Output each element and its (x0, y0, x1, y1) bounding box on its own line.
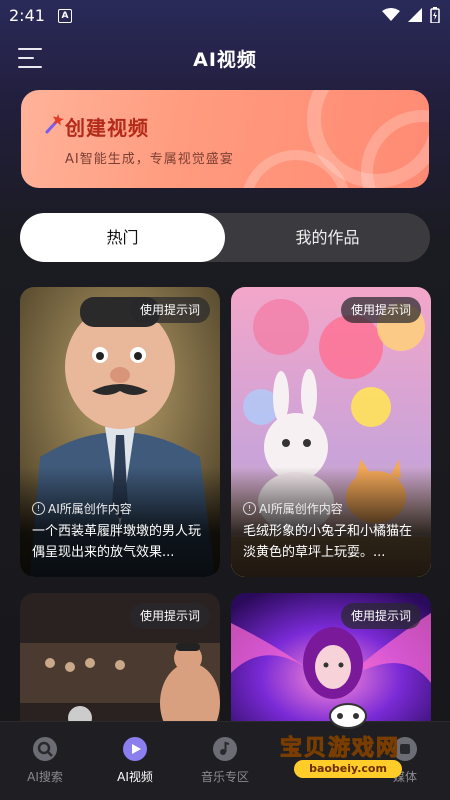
nav-music[interactable]: 音乐专区 (190, 736, 260, 785)
watermark-text: 宝贝游戏网 (279, 736, 401, 762)
ai-origin-label: ! AI所属创作内容 (243, 500, 343, 517)
banner-subtitle: AI智能生成，专属视觉盛宴 (65, 152, 234, 167)
info-icon: ! (32, 502, 45, 515)
ai-search-icon (33, 737, 57, 761)
play-icon (123, 737, 147, 761)
use-prompt-button[interactable]: 使用提示词 (340, 297, 421, 323)
banner-title: 创建视频 (65, 116, 149, 140)
nav-ai-search[interactable]: AI搜索 (10, 736, 80, 785)
notification-icon: A (58, 9, 72, 23)
ai-origin-label: ! AI所属创作内容 (32, 500, 132, 517)
video-card[interactable]: 使用提示词 (20, 593, 220, 733)
use-prompt-button[interactable]: 使用提示词 (340, 603, 421, 629)
watermark-url: baobeiy.com (294, 760, 402, 778)
use-prompt-button[interactable]: 使用提示词 (129, 603, 210, 629)
music-icon (213, 737, 237, 761)
card-description: 一个西装革履胖墩墩的男人玩偶呈现出来的放气效果... (32, 524, 202, 560)
video-card[interactable]: 使用提示词 ! AI所属创作内容 一个西装革履胖墩墩的男人玩偶呈现出来的放气效果… (20, 287, 220, 577)
origin-text: AI所属创作内容 (48, 502, 132, 516)
gamepad-icon (329, 703, 367, 729)
status-bar: 2:41 A (0, 0, 450, 32)
content-tabs: 热门 我的作品 (20, 213, 430, 262)
status-time: 2:41 (9, 6, 45, 25)
info-icon: ! (243, 502, 256, 515)
nav-label: AI视频 (117, 770, 153, 784)
magic-wand-icon (45, 114, 64, 134)
battery-icon (430, 7, 440, 23)
origin-text: AI所属创作内容 (259, 502, 343, 516)
app-header: AI视频 (0, 40, 450, 80)
page-title: AI视频 (193, 49, 257, 71)
watermark: 宝贝游戏网 baobeiy.com (274, 702, 424, 782)
use-prompt-button[interactable]: 使用提示词 (129, 297, 210, 323)
tab-hot[interactable]: 热门 (20, 213, 225, 262)
signal-icon (408, 8, 422, 22)
tab-my-works[interactable]: 我的作品 (225, 213, 430, 262)
video-card[interactable]: 使用提示词 ! AI所属创作内容 毛绒形象的小兔子和小橘猫在淡黄色的草坪上玩耍。… (231, 287, 431, 577)
wifi-icon (382, 8, 400, 21)
create-video-banner[interactable]: 创建视频 AI智能生成，专属视觉盛宴 (21, 90, 429, 188)
card-description: 毛绒形象的小兔子和小橘猫在淡黄色的草坪上玩耍。... (243, 524, 413, 560)
nav-ai-video[interactable]: AI视频 (100, 736, 170, 785)
system-icons (382, 7, 440, 23)
nav-label: 音乐专区 (200, 770, 249, 784)
nav-label: AI搜索 (27, 770, 63, 784)
